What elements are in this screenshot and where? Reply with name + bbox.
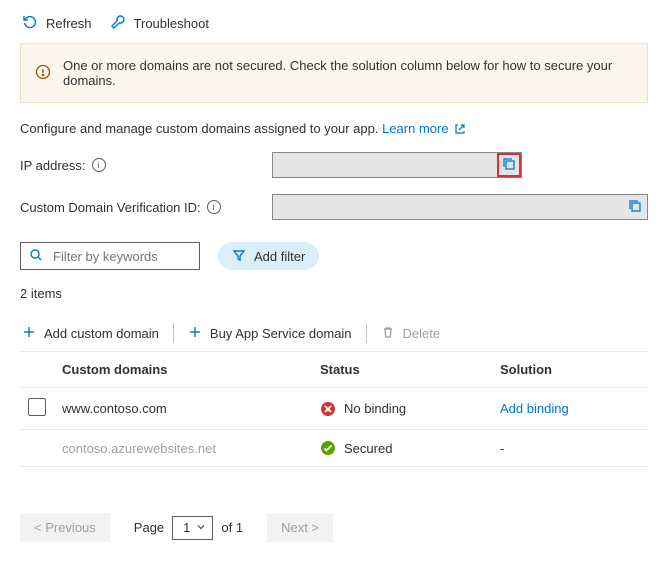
delete-button: Delete [381,325,441,342]
filter-icon [232,248,246,265]
divider [366,323,367,343]
info-icon[interactable]: i [207,200,221,214]
table-row: contoso.azurewebsites.net Secured - [20,430,648,467]
copy-ip-button[interactable] [499,155,519,175]
verification-id-row: Custom Domain Verification ID: i [20,194,648,220]
external-link-icon [452,121,466,136]
copy-icon [502,157,516,174]
learn-more-link[interactable]: Learn more [382,121,466,136]
column-domain: Custom domains [62,362,320,377]
page-indicator: Page 1 of 1 [134,516,243,540]
copy-icon [628,199,642,216]
filter-bar: Add filter [20,242,648,270]
troubleshoot-button[interactable]: Troubleshoot [110,14,209,33]
table-actions: Add custom domain Buy App Service domain… [20,315,648,351]
cell-domain: www.contoso.com [62,401,320,416]
ip-address-row: IP address: i [20,152,648,178]
add-binding-link[interactable]: Add binding [500,401,569,416]
item-count: 2 items [20,286,648,301]
column-solution: Solution [500,362,640,377]
page-current: 1 [183,520,190,535]
ip-address-label: IP address: [20,158,86,173]
cell-status: Secured [344,441,392,456]
page-label: Page [134,520,164,535]
warning-icon [35,64,51,83]
page-of: of 1 [221,520,243,535]
ip-address-field [272,152,522,178]
intro-text: Configure and manage custom domains assi… [20,121,378,136]
divider [173,323,174,343]
table-row: www.contoso.com No binding Add binding [20,388,648,430]
column-status: Status [320,362,500,377]
table-header: Custom domains Status Solution [20,351,648,388]
search-input[interactable] [51,248,191,265]
page-select[interactable]: 1 [172,516,213,540]
warning-text: One or more domains are not secured. Che… [63,58,633,88]
plus-icon [22,325,36,342]
search-icon [29,248,43,265]
toolbar: Refresh Troubleshoot [20,10,648,43]
intro-text-row: Configure and manage custom domains assi… [20,121,648,136]
next-button: Next > [267,513,333,542]
next-label: Next > [281,520,319,535]
pagination: < Previous Page 1 of 1 Next > [20,513,648,542]
add-custom-domain-label: Add custom domain [44,326,159,341]
chevron-down-icon [196,520,206,535]
refresh-button[interactable]: Refresh [22,14,92,33]
verification-id-label: Custom Domain Verification ID: [20,200,201,215]
cell-status: No binding [344,401,406,416]
delete-label: Delete [403,326,441,341]
troubleshoot-label: Troubleshoot [134,16,209,31]
add-filter-label: Add filter [254,249,305,264]
cell-solution: - [500,441,640,456]
wrench-icon [110,14,126,33]
cell-domain: contoso.azurewebsites.net [62,441,320,456]
search-box[interactable] [20,242,200,270]
warning-banner: One or more domains are not secured. Che… [20,43,648,103]
domains-table: Custom domains Status Solution www.conto… [20,351,648,467]
error-icon [320,401,336,417]
info-icon[interactable]: i [92,158,106,172]
buy-domain-button[interactable]: Buy App Service domain [188,325,352,342]
success-icon [320,440,336,456]
learn-more-label: Learn more [382,121,448,136]
row-checkbox[interactable] [28,398,46,416]
copy-verification-id-button[interactable] [625,197,645,217]
trash-icon [381,325,395,342]
refresh-label: Refresh [46,16,92,31]
add-custom-domain-button[interactable]: Add custom domain [22,325,159,342]
verification-id-field [272,194,648,220]
plus-icon [188,325,202,342]
buy-domain-label: Buy App Service domain [210,326,352,341]
refresh-icon [22,14,38,33]
previous-button: < Previous [20,513,110,542]
add-filter-button[interactable]: Add filter [218,242,319,270]
previous-label: < Previous [34,520,96,535]
